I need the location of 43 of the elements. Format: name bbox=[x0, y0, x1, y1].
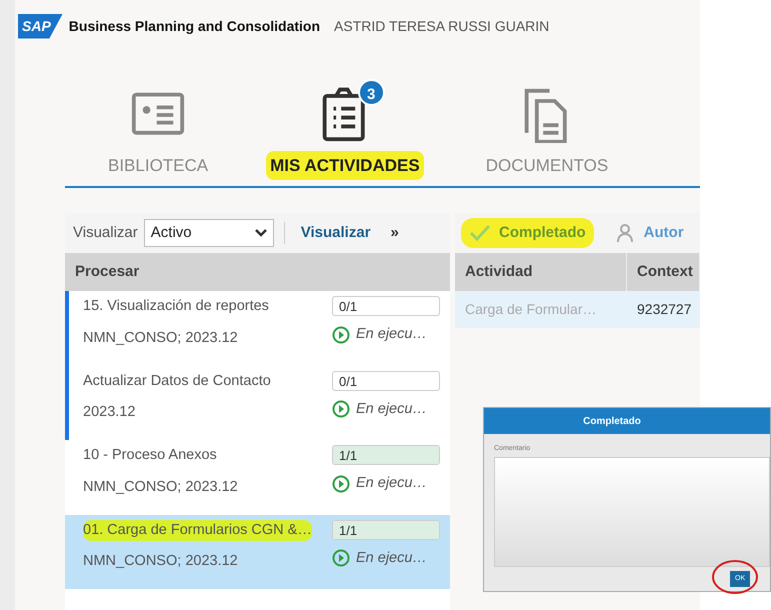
filter-dropdown[interactable]: Activo bbox=[144, 219, 274, 247]
status-text: En ejecu… bbox=[356, 400, 427, 418]
progress-field: 0/1 bbox=[332, 296, 440, 316]
logo: SAP bbox=[18, 14, 63, 38]
progress-field: 1/1 bbox=[332, 445, 440, 465]
check-icon bbox=[469, 224, 491, 242]
play-icon bbox=[332, 326, 350, 344]
count-badge: 3 bbox=[358, 78, 385, 106]
table-cell: 9232727 bbox=[627, 291, 700, 328]
play-icon bbox=[332, 474, 350, 493]
progress-field: 0/1 bbox=[332, 370, 440, 390]
tab[interactable]: MIS ACTIVIDADES 3 bbox=[263, 78, 427, 180]
activity-row[interactable]: 01. Carga de Formularios CGN &… NMN_CONSO; 2023.12 1/1 En ejecu… bbox=[65, 514, 450, 589]
activity-row[interactable]: Actualizar Datos de Contacto 2023.12 0/1 En ejecu… bbox=[65, 366, 450, 440]
activity-context: NMN_CONSO; 2023.12 bbox=[83, 328, 239, 348]
column-header: Context bbox=[627, 253, 700, 291]
activity-row[interactable]: 15. Visualización de reportes NMN_CONSO; 2023.12 0/1 En ejecu… bbox=[65, 291, 450, 366]
view-menu[interactable]: Visualizar bbox=[284, 222, 371, 244]
activity-title: Actualizar Datos de Contacto bbox=[83, 372, 271, 390]
app-title: Business Planning and Consolidation bbox=[68, 16, 320, 36]
filter-label: Visualizar bbox=[73, 222, 138, 243]
play-icon bbox=[332, 549, 350, 568]
activity-context: 2023.12 bbox=[83, 403, 136, 422]
activity-context: NMN_CONSO; 2023.12 bbox=[83, 478, 239, 497]
activity-row[interactable]: 10 - Proceso Anexos NMN_CONSO; 2023.12 1/1 En ejecu… bbox=[65, 440, 450, 514]
chevron-down-icon bbox=[254, 229, 267, 237]
comment-field[interactable] bbox=[494, 456, 770, 566]
play-icon bbox=[332, 400, 350, 418]
status-text: En ejecu… bbox=[356, 548, 427, 568]
activity-title: 01. Carga de Formularios CGN &… bbox=[83, 520, 312, 542]
person-icon bbox=[616, 223, 636, 243]
overflow-button[interactable]: » bbox=[390, 222, 399, 244]
activity-title: 15. Visualización de reportes bbox=[83, 297, 269, 316]
user-menu[interactable]: ASTRID TERESA RUSSI GUARIN bbox=[334, 16, 550, 36]
progress-field: 1/1 bbox=[332, 520, 440, 540]
column-header: Actividad bbox=[455, 253, 627, 291]
status-text: En ejecu… bbox=[356, 474, 427, 493]
dialog-title: Completado bbox=[484, 408, 770, 434]
column-header: Procesar bbox=[65, 253, 450, 291]
table-cell: Carga de Formular… bbox=[455, 291, 627, 328]
activity-context: NMN_CONSO; 2023.12 bbox=[83, 552, 239, 572]
activity-title: 10 - Proceso Anexos bbox=[83, 446, 217, 465]
status-text: En ejecu… bbox=[356, 325, 427, 344]
